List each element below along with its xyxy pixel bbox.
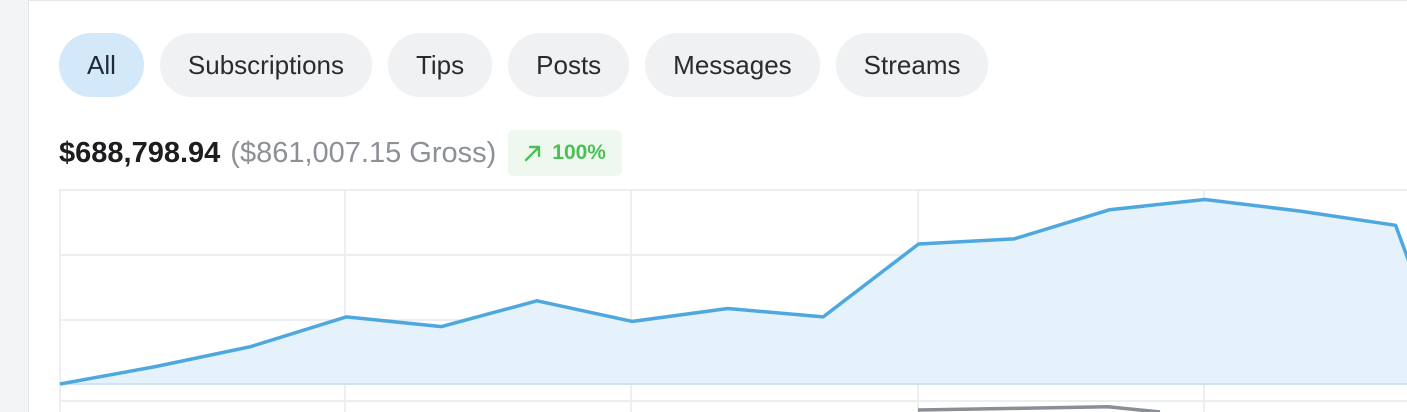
gross-earnings-amount: ($861,007.15 Gross)	[230, 136, 497, 169]
tab-posts[interactable]: Posts	[508, 33, 630, 97]
tab-tips[interactable]: Tips	[387, 33, 493, 97]
change-percent: 100%	[552, 141, 606, 164]
trend-up-arrow-icon	[522, 142, 544, 164]
tab-messages[interactable]: Messages	[645, 33, 820, 97]
tab-subscriptions[interactable]: Subscriptions	[159, 33, 372, 97]
page-side-background	[0, 0, 28, 412]
net-earnings-amount: $688,798.94	[59, 136, 221, 169]
tab-streams[interactable]: Streams	[835, 33, 989, 97]
change-badge: 100%	[508, 130, 622, 176]
tab-all[interactable]: All	[59, 33, 144, 97]
earnings-summary: $688,798.94 ($861,007.15 Gross) 100%	[59, 130, 622, 176]
earnings-filter-tabs: All Subscriptions Tips Posts Messages St…	[59, 33, 989, 97]
